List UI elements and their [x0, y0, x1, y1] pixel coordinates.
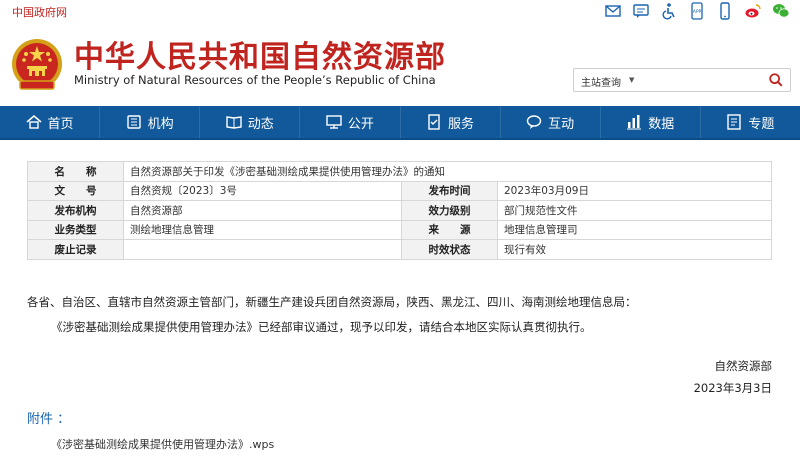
nav-item-data[interactable]: 数据	[601, 106, 701, 138]
document-addressee: 各省、自治区、直辖市自然资源主管部门，新疆生产建设兵团自然资源局，陕西、黑龙江、…	[27, 295, 637, 309]
nav-item-disclosure[interactable]: 公开	[300, 106, 401, 138]
nav-label: 互动	[548, 116, 575, 132]
info-label-repeal: 废止记录	[27, 239, 124, 260]
interaction-icon	[526, 114, 542, 130]
nav-item-interaction[interactable]: 互动	[501, 106, 601, 138]
site-title-cn[interactable]: 中华人民共和国自然资源部	[74, 32, 446, 76]
app-icon-label: APP	[693, 9, 702, 15]
app-icon[interactable]: APP	[688, 2, 706, 20]
nav-item-service[interactable]: 服务	[401, 106, 501, 138]
home-icon	[26, 114, 42, 130]
table-row: 发布机构 自然资源部 效力级别 部门规范性文件	[27, 200, 773, 221]
weibo-icon[interactable]	[744, 2, 762, 20]
info-value-publisher: 自然资源部	[123, 200, 402, 221]
info-value-name: 自然资源部关于印发《涉密基础测绘成果提供使用管理办法》的通知	[122, 161, 773, 182]
nav-item-topic[interactable]: 专题	[701, 106, 800, 138]
main-nav: 首页 机构 动态 公开 服务 互动 数据 专题	[0, 106, 800, 140]
info-label-validity: 效力级别	[401, 200, 498, 221]
document-signature: 自然资源部	[714, 359, 773, 373]
top-icon-bar: APP	[604, 2, 790, 20]
info-value-biz-type: 测绘地理信息管理	[123, 219, 402, 240]
message-icon[interactable]	[632, 2, 650, 20]
info-label-doc-no: 文 号	[27, 180, 124, 201]
info-label-status: 时效状态	[401, 239, 498, 260]
chevron-down-icon[interactable]: ▼	[629, 76, 634, 84]
search-icon	[769, 73, 783, 87]
info-label-name: 名 称	[27, 161, 124, 182]
site-title-en: Ministry of Natural Resources of the Peo…	[74, 73, 436, 87]
info-label-biz-type: 业务类型	[27, 219, 124, 240]
topic-icon	[726, 114, 742, 130]
data-icon	[626, 114, 642, 130]
document-date: 2023年3月3日	[693, 381, 772, 395]
news-icon	[226, 114, 242, 130]
info-label-source: 来 源	[401, 219, 498, 240]
top-bar: 中国政府网 APP	[0, 0, 800, 22]
search-button[interactable]	[766, 71, 786, 89]
nav-label: 专题	[748, 116, 775, 132]
info-value-pub-time: 2023年03月09日	[496, 180, 773, 201]
table-row: 业务类型 测绘地理信息管理 来 源 地理信息管理司	[27, 219, 773, 240]
nav-item-home[interactable]: 首页	[0, 106, 101, 138]
document-paragraph: 《涉密基础测绘成果提供使用管理办法》已经部审议通过，现予以印发，请结合本地区实际…	[51, 320, 592, 334]
table-row: 废止记录 时效状态 现行有效	[27, 239, 773, 260]
info-label-publisher: 发布机构	[27, 200, 124, 221]
attachment-label: 附件 ：	[27, 412, 71, 427]
table-row: 名 称 自然资源部关于印发《涉密基础测绘成果提供使用管理办法》的通知	[27, 161, 773, 182]
attachment-file-link[interactable]: 《涉密基础测绘成果提供使用管理办法》.wps	[51, 436, 274, 452]
nav-item-news[interactable]: 动态	[200, 106, 301, 138]
info-value-doc-no: 自然资规〔2023〕3号	[123, 180, 402, 201]
info-value-source: 地理信息管理司	[496, 219, 773, 240]
document-info-table: 名 称 自然资源部关于印发《涉密基础测绘成果提供使用管理办法》的通知 文 号 自…	[27, 161, 773, 260]
table-row: 文 号 自然资规〔2023〕3号 发布时间 2023年03月09日	[27, 180, 773, 201]
mail-icon[interactable]	[604, 2, 622, 20]
nav-label: 机构	[147, 116, 174, 132]
nav-label: 公开	[347, 116, 374, 132]
site-header: 中华人民共和国自然资源部 Ministry of Natural Resourc…	[0, 22, 800, 106]
accessibility-icon[interactable]	[660, 2, 678, 20]
info-label-pub-time: 发布时间	[401, 180, 498, 201]
gov-portal-link[interactable]: 中国政府网	[12, 4, 67, 20]
organization-icon	[126, 114, 142, 130]
info-value-status: 现行有效	[496, 239, 773, 260]
wechat-icon[interactable]	[772, 2, 790, 20]
national-emblem-icon	[12, 39, 62, 90]
nav-item-organization[interactable]: 机构	[100, 106, 201, 138]
nav-label: 数据	[648, 116, 675, 132]
nav-label: 动态	[247, 116, 274, 132]
search-scope-select[interactable]: 主站查询	[581, 74, 621, 89]
info-value-repeal	[123, 239, 402, 260]
disclosure-icon	[326, 114, 342, 130]
mobile-icon[interactable]	[716, 2, 734, 20]
nav-label: 服务	[448, 116, 475, 132]
info-value-validity: 部门规范性文件	[496, 200, 773, 221]
service-icon	[426, 114, 442, 130]
nav-label: 首页	[47, 116, 74, 132]
search-box: 主站查询 ▼	[573, 68, 791, 92]
